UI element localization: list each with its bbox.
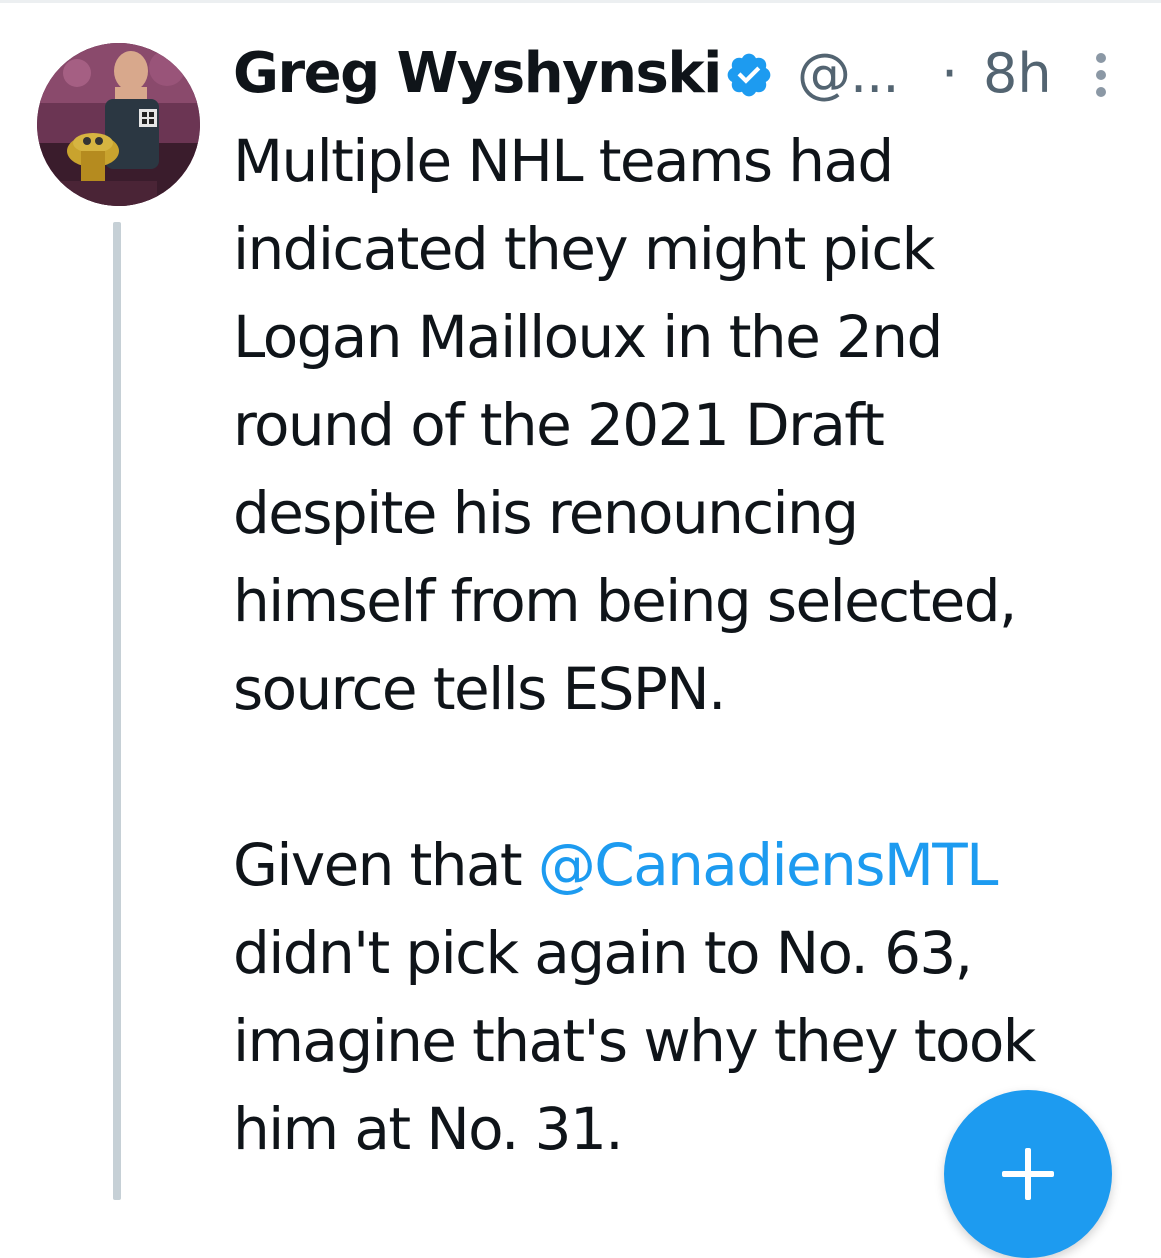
author-handle[interactable]: @... [797, 36, 899, 112]
tweet-text-line: despite his renouncing [233, 479, 859, 547]
compose-tweet-button[interactable] [944, 1090, 1112, 1258]
tweet-text-line: himself from being selected, [233, 567, 1017, 635]
tweet-text-fragment: Given that [233, 831, 538, 899]
avatar[interactable] [37, 43, 200, 206]
tweet-text: Multiple NHL teams had indicated they mi… [233, 117, 1133, 1173]
tweet-text-line: round of the 2021 Draft [233, 391, 885, 459]
paragraph-break [233, 733, 1133, 821]
tweet-text-line: Logan Mailloux in the 2nd [233, 303, 943, 371]
mention-link[interactable]: @CanadiensMTL [538, 831, 999, 899]
tweet-text-line: Multiple NHL teams had [233, 127, 894, 195]
tweet-text-line: source tells ESPN. [233, 655, 726, 723]
thread-connector-line [113, 222, 121, 1200]
more-vertical-icon[interactable] [1089, 48, 1113, 102]
plus-icon [1002, 1148, 1054, 1200]
avatar-image [37, 43, 200, 206]
tweet-text-line: Given that @CanadiensMTL [233, 821, 1133, 909]
tweet-text-line: indicated they might pick [233, 215, 935, 283]
tweet-header: Greg Wyshynski @... · 8h [233, 36, 1133, 116]
tweet-text-line: didn't pick again to No. 63, [233, 919, 973, 987]
author-display-name[interactable]: Greg Wyshynski [233, 36, 722, 112]
header-separator: · [941, 42, 959, 105]
tweet-text-line: imagine that's why they took [233, 1007, 1036, 1075]
top-divider [0, 0, 1161, 3]
verified-badge-icon [727, 53, 771, 97]
tweet-timestamp[interactable]: 8h [983, 36, 1052, 112]
